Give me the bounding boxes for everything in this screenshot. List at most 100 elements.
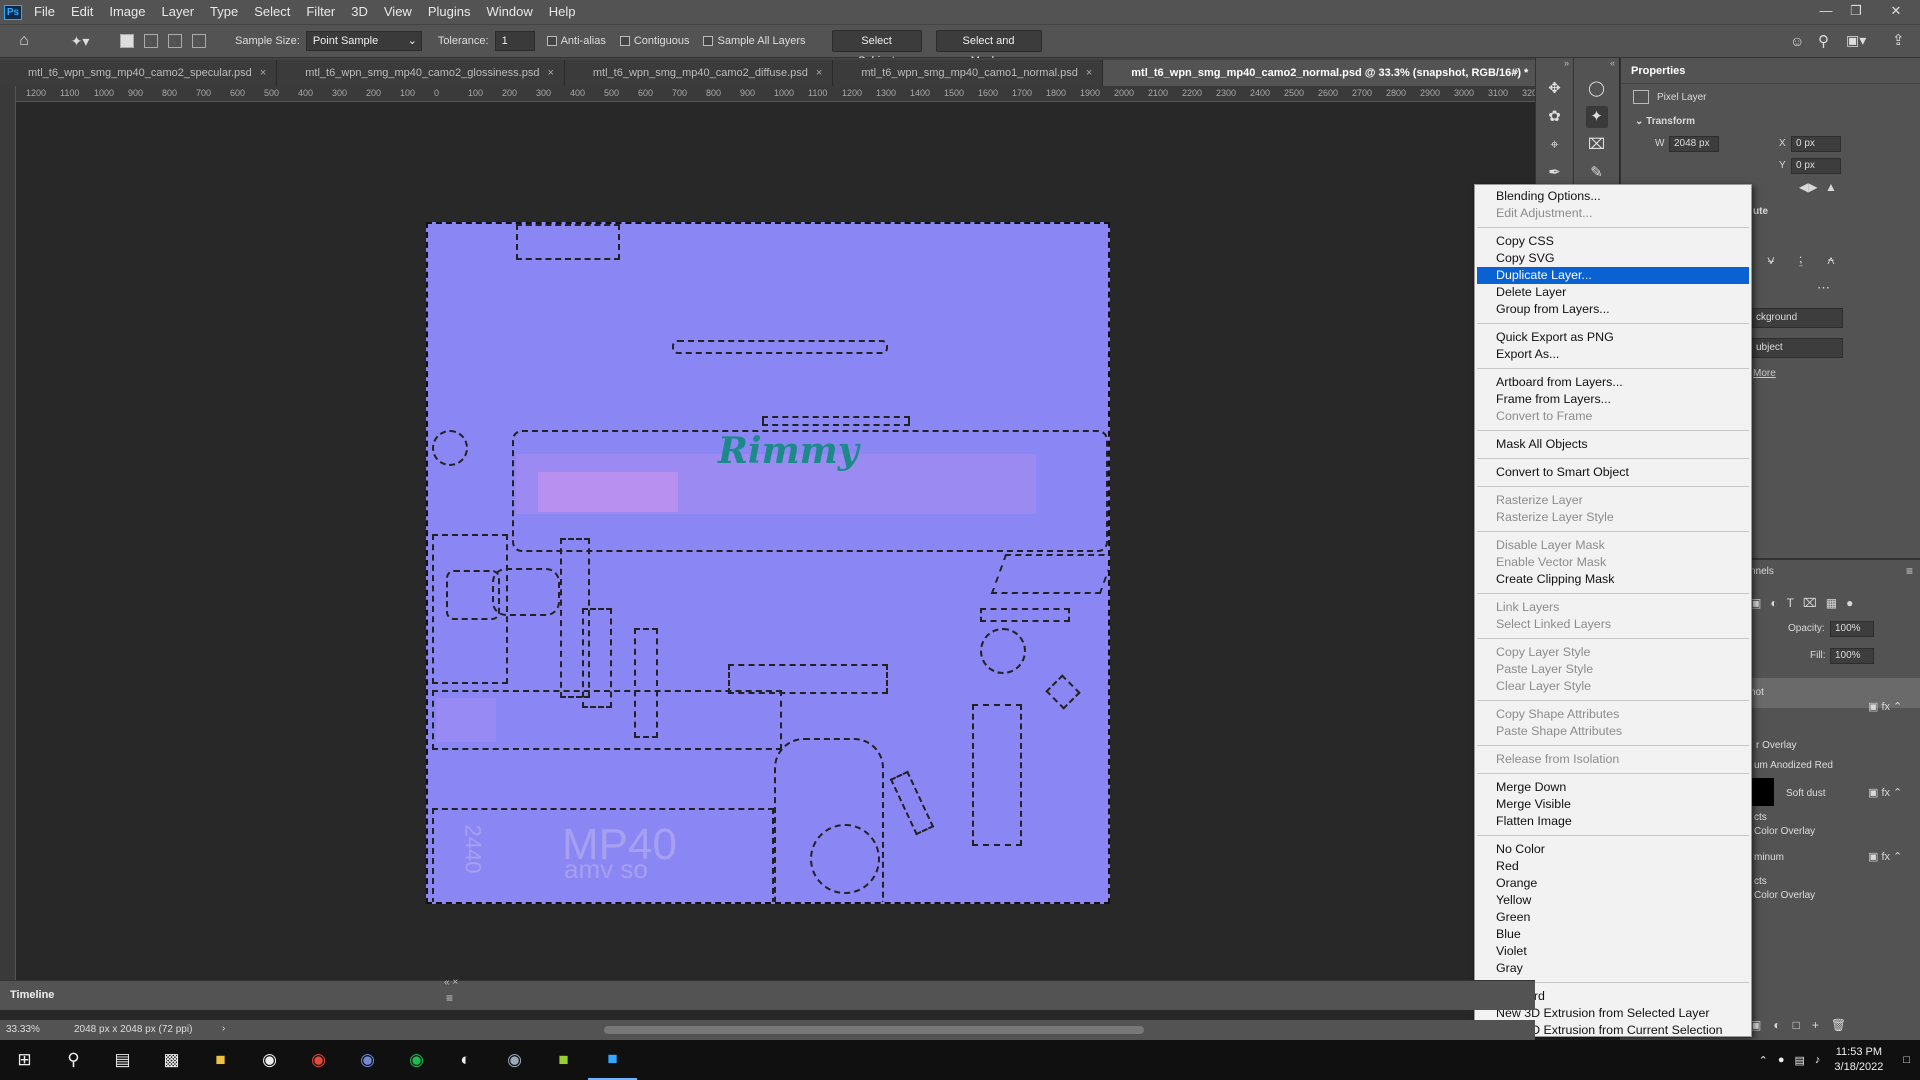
share-icon[interactable]: ⇪ <box>1892 31 1905 49</box>
close-tab-icon[interactable]: × <box>1086 67 1092 79</box>
marquee-tool-icon[interactable]: ◯ <box>1586 78 1608 100</box>
anti-alias-checkbox[interactable]: Anti-alias <box>546 35 606 47</box>
collapse-icon[interactable]: « × <box>444 977 458 988</box>
collapse-icon[interactable]: » <box>1536 58 1573 72</box>
sample-size-select[interactable]: Point Sample ⌄ <box>305 31 422 51</box>
chrome-icon[interactable]: ◉ <box>294 1040 343 1080</box>
y-input[interactable]: 0 px <box>1791 158 1841 174</box>
context-menu-item[interactable]: Artboard from Layers... <box>1477 374 1749 391</box>
menu-select[interactable]: Select <box>246 0 298 24</box>
tabs-overflow-icon[interactable]: » <box>1512 64 1519 78</box>
fx-icon[interactable]: ▣ fx ⌃ <box>1868 786 1902 799</box>
context-menu-item[interactable]: Mask All Objects <box>1477 436 1749 453</box>
steam-icon[interactable]: ◉ <box>490 1040 539 1080</box>
context-menu-item[interactable]: Group from Layers... <box>1477 301 1749 318</box>
context-menu-item[interactable]: Violet <box>1477 943 1749 960</box>
tray-chevron-icon[interactable]: ⌃ <box>1759 1054 1768 1067</box>
menu-view[interactable]: View <box>376 0 420 24</box>
tab-channels[interactable]: nnels <box>1750 566 1774 577</box>
menu-file[interactable]: File <box>26 0 63 24</box>
menu-3d[interactable]: 3D <box>343 0 376 24</box>
width-input[interactable]: 2048 px <box>1669 136 1719 152</box>
clock[interactable]: 11:53 PM 3/18/2022 <box>1834 1045 1883 1075</box>
sample-all-layers-checkbox[interactable]: Sample All Layers <box>703 35 806 47</box>
document-canvas[interactable]: Rimmy MP40 amv so 2440 <box>426 222 1110 904</box>
context-menu-item[interactable]: Flatten Image <box>1477 813 1749 830</box>
flip-horizontal-icon[interactable]: ◀▶ <box>1799 180 1817 194</box>
tab-glossiness[interactable]: mtl_t6_wpn_smg_mp40_camo2_glossiness.psd… <box>277 60 565 86</box>
close-window-icon[interactable]: ✕ <box>1882 0 1910 24</box>
flip-vertical-icon[interactable]: ▲ <box>1825 180 1837 194</box>
fill-input[interactable]: 100% <box>1830 648 1874 664</box>
context-menu-item[interactable]: Blending Options... <box>1477 188 1749 205</box>
discord-icon[interactable]: ◉ <box>343 1040 392 1080</box>
horizontal-scrollbar[interactable] <box>604 1026 1144 1034</box>
menu-filter[interactable]: Filter <box>298 0 343 24</box>
menu-edit[interactable]: Edit <box>63 0 101 24</box>
align-bottom-icon[interactable]: ⍲ <box>1827 252 1835 268</box>
zoom-level[interactable]: 33.33% <box>6 1024 40 1035</box>
context-menu-item[interactable]: Merge Visible <box>1477 796 1749 813</box>
fx-icon[interactable]: ▣ fx ⌃ <box>1868 850 1902 863</box>
transform-heading[interactable]: ⌄ Transform <box>1635 116 1695 127</box>
tab-camo2-normal[interactable]: mtl_t6_wpn_smg_mp40_camo2_normal.psd @ 3… <box>1103 60 1554 86</box>
workspace-icon[interactable]: ▣▾ <box>1846 32 1866 49</box>
context-menu-item[interactable]: No Color <box>1477 841 1749 858</box>
x-input[interactable]: 0 px <box>1791 136 1841 152</box>
file-explorer-icon[interactable]: ■ <box>196 1040 245 1080</box>
panel-menu-icon[interactable]: ≡ <box>1906 564 1913 578</box>
close-tab-icon[interactable]: × <box>816 67 822 79</box>
remove-background-button[interactable]: ckground <box>1751 308 1843 328</box>
context-menu-item[interactable]: Quick Export as PNG <box>1477 329 1749 346</box>
minimize-icon[interactable]: — <box>1812 0 1840 24</box>
context-menu-item[interactable]: Red <box>1477 858 1749 875</box>
context-menu-item[interactable]: Convert to Smart Object <box>1477 464 1749 481</box>
menu-window[interactable]: Window <box>478 0 540 24</box>
fx-icon[interactable]: ▣ fx ⌃ <box>1868 700 1902 713</box>
search-icon[interactable]: ⚲ <box>1818 32 1829 50</box>
layer-actions-icons[interactable]: ▣◐□+🗑 <box>1750 1018 1858 1032</box>
frame-tool-icon[interactable]: ⌧ <box>1586 134 1608 156</box>
intersect-selection-icon[interactable] <box>192 34 206 48</box>
context-menu-item[interactable]: Duplicate Layer... <box>1477 267 1749 284</box>
context-menu-item[interactable]: Green <box>1477 909 1749 926</box>
tab-camo1-normal[interactable]: mtl_t6_wpn_smg_mp40_camo1_normal.psd × <box>833 60 1104 86</box>
panel-menu-icon[interactable]: ≡ <box>446 991 453 1005</box>
opacity-input[interactable]: 100% <box>1830 621 1874 637</box>
add-to-selection-icon[interactable] <box>144 34 158 48</box>
volume-icon[interactable]: ♪ <box>1815 1054 1821 1066</box>
context-menu-item[interactable]: Delete Layer <box>1477 284 1749 301</box>
painter-icon[interactable]: ■ <box>539 1040 588 1080</box>
align-middle-icon[interactable]: ⍮ <box>1797 252 1805 268</box>
more-options-icon[interactable]: ⋯ <box>1817 280 1830 296</box>
network-icon[interactable]: ▤ <box>1795 1054 1805 1067</box>
menu-type[interactable]: Type <box>202 0 246 24</box>
context-menu-item[interactable]: Blue <box>1477 926 1749 943</box>
context-menu-item[interactable]: Gray <box>1477 960 1749 977</box>
share-user-icon[interactable]: ☺ <box>1790 33 1804 49</box>
eyedropper-tool-icon[interactable]: ✒ <box>1544 162 1566 184</box>
tab-specular[interactable]: mtl_t6_wpn_smg_mp40_camo2_specular.psd × <box>0 60 278 86</box>
close-tab-icon[interactable]: × <box>260 67 266 79</box>
context-menu-item[interactable]: Merge Down <box>1477 779 1749 796</box>
contiguous-checkbox[interactable]: Contiguous <box>619 35 689 47</box>
menu-image[interactable]: Image <box>101 0 153 24</box>
home-icon[interactable]: ⌂ <box>10 32 38 50</box>
context-menu-item[interactable]: Copy SVG <box>1477 250 1749 267</box>
context-menu-item[interactable]: Create Clipping Mask <box>1477 571 1749 588</box>
tolerance-input[interactable]: 1 <box>494 31 535 51</box>
more-link[interactable]: More <box>1753 368 1776 379</box>
new-selection-icon[interactable] <box>120 34 134 48</box>
windows-start-icon[interactable]: ⊞ <box>0 1040 49 1080</box>
menu-help[interactable]: Help <box>541 0 584 24</box>
spotify-icon[interactable]: ◉ <box>392 1040 441 1080</box>
chevron-right-icon[interactable]: › <box>222 1023 225 1034</box>
context-menu-item[interactable]: Export As... <box>1477 346 1749 363</box>
app-icon[interactable]: ▩ <box>147 1040 196 1080</box>
move-tool-icon[interactable]: ✥ <box>1544 78 1566 100</box>
microphone-icon[interactable]: ● <box>1778 1054 1785 1066</box>
restore-icon[interactable]: ❐ <box>1842 0 1870 24</box>
task-view-icon[interactable]: ▤ <box>98 1040 147 1080</box>
context-menu-item[interactable]: Orange <box>1477 875 1749 892</box>
select-subject-button[interactable]: Select Subject <box>831 30 922 67</box>
